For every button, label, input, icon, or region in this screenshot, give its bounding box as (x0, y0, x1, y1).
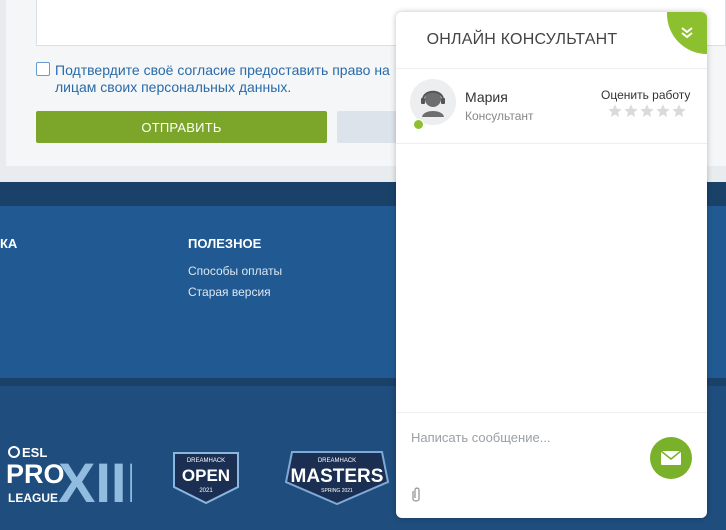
chat-header-divider (396, 68, 707, 69)
logo-text: DREAMHACK (318, 458, 356, 464)
send-message-button[interactable] (650, 437, 692, 479)
logo-text: 2021 (199, 488, 213, 494)
consent-checkbox[interactable] (36, 62, 50, 76)
agent-role: Консультант (465, 109, 534, 123)
esl-pro-league-logo[interactable]: ESL PRO LEAGUE XIII (4, 440, 132, 512)
star-icon[interactable] (639, 103, 655, 119)
footer-link-payment-methods[interactable]: Способы оплаты (188, 264, 282, 278)
chat-agent-divider (396, 143, 707, 144)
rate-work-label: Оценить работу (601, 88, 691, 102)
agent-name: Мария (465, 89, 508, 105)
logo-text: DREAMHACK (187, 458, 225, 464)
logo-text: LEAGUE (8, 491, 58, 505)
logo-text: OPEN (182, 466, 230, 485)
star-icon[interactable] (655, 103, 671, 119)
dreamhack-open-logo[interactable]: DREAMHACK OPEN 2021 (170, 447, 242, 507)
submit-button[interactable]: ОТПРАВИТЬ (36, 111, 327, 143)
rating-stars[interactable] (607, 103, 687, 119)
star-icon[interactable] (671, 103, 687, 119)
chat-title: ОНЛАЙН КОНСУЛЬТАНТ (426, 31, 618, 48)
logo-text: ESL (22, 445, 47, 460)
paperclip-icon[interactable] (410, 486, 422, 504)
footer-heading-useful: ПОЛЕЗНОЕ (188, 236, 262, 251)
consent-label: Подтвердите своё согласие предоставить п… (55, 62, 390, 95)
chat-widget: ОНЛАЙН КОНСУЛЬТАНТ Мария Консультант Оце… (396, 12, 707, 518)
send-mail-icon (660, 450, 682, 465)
footer-link-old-version[interactable]: Старая версия (188, 285, 271, 299)
collapse-chat-button[interactable] (667, 12, 707, 54)
logo-text: SPRING 2021 (321, 488, 353, 494)
logo-text: PRO (6, 459, 65, 489)
dreamhack-masters-logo[interactable]: DREAMHACK MASTERS SPRING 2021 (278, 442, 396, 508)
message-input-placeholder[interactable]: Написать сообщение... (411, 430, 551, 445)
chevron-double-down-icon (681, 27, 693, 39)
logo-text: XIII (58, 451, 132, 512)
footer-heading-partial: КА (0, 236, 18, 251)
star-icon[interactable] (623, 103, 639, 119)
logo-text: MASTERS (291, 466, 384, 487)
online-status-dot (413, 119, 424, 130)
star-icon[interactable] (607, 103, 623, 119)
